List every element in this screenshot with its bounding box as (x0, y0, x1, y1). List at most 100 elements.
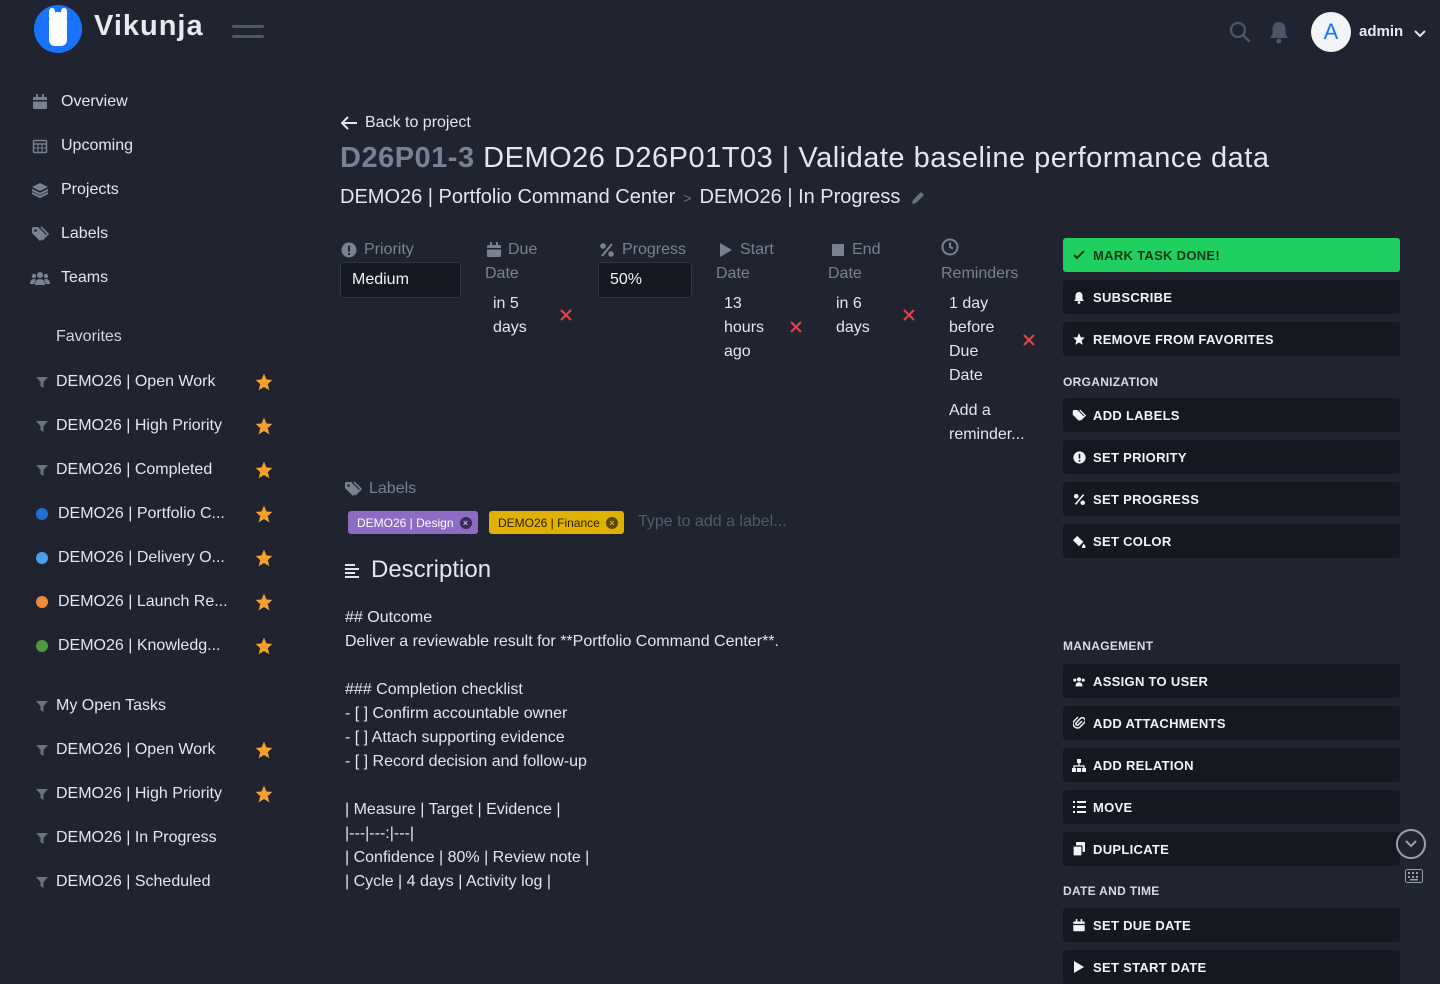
add-labels-button[interactable]: ADD LABELS (1063, 398, 1400, 432)
project-color-dot (36, 640, 48, 652)
remove-label-icon[interactable]: × (605, 516, 618, 529)
set-progress-button[interactable]: SET PROGRESS (1063, 482, 1400, 516)
start-date-value-1[interactable]: 13 (724, 292, 742, 316)
start-date-value-2[interactable]: hours (724, 316, 764, 340)
keyboard-icon[interactable] (1405, 869, 1423, 883)
label-chip-design[interactable]: DEMO26 | Design × (348, 511, 478, 534)
priority-select[interactable]: Medium (340, 262, 461, 298)
nav-upcoming[interactable]: Upcoming (30, 134, 133, 158)
search-icon[interactable] (1228, 20, 1252, 44)
favorite-project-item[interactable]: DEMO26 | Delivery O... (34, 546, 274, 570)
nav-teams[interactable]: Teams (30, 266, 108, 290)
task-title-text[interactable]: DEMO26 D26P01T03 | Validate baseline per… (483, 142, 1269, 174)
assign-user-button[interactable]: ASSIGN TO USER (1063, 664, 1400, 698)
date-time-heading: DATE AND TIME (1063, 884, 1160, 898)
star-icon[interactable] (254, 592, 274, 612)
users-icon (1072, 674, 1086, 688)
start-date-value-3[interactable]: ago (724, 340, 751, 364)
back-to-project-link[interactable]: Back to project (341, 114, 471, 132)
add-reminder-1[interactable]: Add a (949, 399, 991, 423)
set-color-button[interactable]: SET COLOR (1063, 524, 1400, 558)
set-priority-button[interactable]: SET PRIORITY (1063, 440, 1400, 474)
favorite-project-item[interactable]: DEMO26 | Open Work (34, 370, 274, 394)
start-date-label: Start (719, 238, 774, 262)
label-search-input[interactable]: Type to add a label... (638, 513, 787, 531)
star-icon[interactable] (254, 416, 274, 436)
labels-heading-text: Labels (369, 480, 417, 497)
task-title[interactable]: D26P01-3 DEMO26 D26P01T03 | Validate bas… (340, 142, 1269, 175)
saved-filter-item[interactable]: DEMO26 | High Priority (34, 782, 274, 806)
set-due-date-button[interactable]: SET DUE DATE (1063, 908, 1400, 942)
move-button[interactable]: MOVE (1063, 790, 1400, 824)
layers-icon (30, 180, 50, 200)
task-identifier: D26P01-3 (340, 142, 475, 174)
due-label-1: Due (508, 241, 538, 258)
button-label: ASSIGN TO USER (1093, 673, 1209, 689)
description-content[interactable]: ## Outcome Deliver a reviewable result f… (345, 606, 779, 894)
nav-overview[interactable]: Overview (30, 90, 128, 114)
end-date-value-2[interactable]: days (836, 316, 870, 340)
star-icon[interactable] (254, 740, 274, 760)
nav-labels[interactable]: Labels (30, 222, 108, 246)
reminder-value-3[interactable]: Due (949, 340, 978, 364)
tags-icon (1072, 408, 1086, 422)
mark-done-button[interactable]: MARK TASK DONE! (1063, 238, 1400, 272)
project-name: DEMO26 | Portfolio C... (58, 505, 225, 522)
star-icon[interactable] (254, 460, 274, 480)
scroll-down-icon[interactable] (1396, 829, 1426, 859)
remove-reminder-icon[interactable] (1021, 332, 1037, 348)
star-icon[interactable] (254, 504, 274, 524)
menu-toggle-icon[interactable] (232, 25, 264, 39)
favorite-project-item[interactable]: DEMO26 | Launch Re... (34, 590, 274, 614)
clear-end-date-icon[interactable] (901, 307, 917, 323)
saved-filter-item[interactable]: DEMO26 | Scheduled (34, 870, 274, 894)
pencil-icon[interactable] (910, 190, 926, 206)
remove-label-icon[interactable]: × (459, 516, 472, 529)
reminder-value-2[interactable]: before (949, 316, 994, 340)
crumb-bucket[interactable]: DEMO26 | In Progress (700, 186, 901, 209)
vikunja-logo[interactable] (34, 5, 82, 53)
subscribe-button[interactable]: SUBSCRIBE (1063, 280, 1400, 314)
nav-projects[interactable]: Projects (30, 178, 119, 202)
bell-icon[interactable] (1268, 20, 1292, 44)
duplicate-button[interactable]: DUPLICATE (1063, 832, 1400, 866)
star-icon[interactable] (254, 372, 274, 392)
star-icon[interactable] (254, 784, 274, 804)
due-date-value-2[interactable]: days (493, 316, 527, 340)
progress-select[interactable]: 50% (598, 262, 692, 298)
reminder-value-4[interactable]: Date (949, 364, 983, 388)
saved-filter-item[interactable]: DEMO26 | In Progress (34, 826, 274, 850)
star-icon[interactable] (254, 548, 274, 568)
favorite-project-item[interactable]: DEMO26 | Knowledg... (34, 634, 274, 658)
set-start-date-button[interactable]: SET START DATE (1063, 950, 1400, 984)
description-heading: Description (344, 556, 491, 584)
user-name[interactable]: admin (1359, 23, 1403, 40)
add-attachments-button[interactable]: ADD ATTACHMENTS (1063, 706, 1400, 740)
add-relation-button[interactable]: ADD RELATION (1063, 748, 1400, 782)
favorite-project-item[interactable]: DEMO26 | Completed (34, 458, 274, 482)
task-detail: Back to project D26P01-3 DEMO26 D26P01T0… (300, 64, 1440, 984)
clear-due-date-icon[interactable] (558, 307, 574, 323)
chevron-down-icon[interactable] (1413, 26, 1427, 44)
button-label: SET PROGRESS (1093, 491, 1200, 507)
calendar-grid-icon (30, 136, 50, 156)
crumb-project[interactable]: DEMO26 | Portfolio Command Center (340, 186, 675, 209)
user-avatar[interactable]: A (1311, 12, 1351, 52)
add-reminder-2[interactable]: reminder... (949, 423, 1025, 447)
priority-label: Priority (341, 238, 414, 262)
star-icon[interactable] (254, 636, 274, 656)
remove-favorite-button[interactable]: REMOVE FROM FAVORITES (1063, 322, 1400, 356)
end-date-value-1[interactable]: in 6 (836, 292, 862, 316)
button-label: ADD RELATION (1093, 757, 1194, 773)
reminder-value-1[interactable]: 1 day (949, 292, 988, 316)
label-chip-finance[interactable]: DEMO26 | Finance × (489, 511, 624, 534)
brand-name[interactable]: Vikunja (94, 10, 204, 43)
favorite-project-item[interactable]: DEMO26 | High Priority (34, 414, 274, 438)
saved-filter-item[interactable]: DEMO26 | Open Work (34, 738, 274, 762)
saved-filter-item[interactable]: My Open Tasks (34, 694, 274, 718)
due-date-value-1[interactable]: in 5 (493, 292, 519, 316)
favorite-project-item[interactable]: DEMO26 | Portfolio C... (34, 502, 274, 526)
description-heading-text: Description (371, 556, 492, 583)
clear-start-date-icon[interactable] (788, 319, 804, 335)
project-name: DEMO26 | Knowledg... (58, 637, 221, 654)
